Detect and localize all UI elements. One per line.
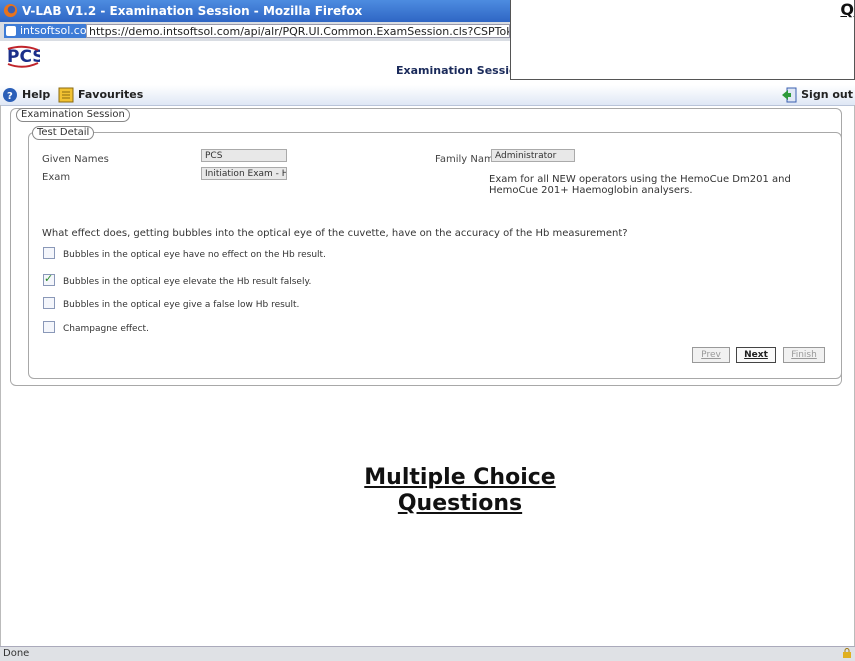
test-detail-legend: Test Detail — [32, 126, 95, 140]
help-button[interactable]: ? Help — [2, 87, 50, 103]
prev-button[interactable]: Prev — [692, 347, 730, 363]
slide-caption: Multiple Choice Questions — [338, 465, 582, 517]
overlay-cut-text: Q — [840, 0, 854, 19]
exam-description: Exam for all NEW operators using the Hem… — [489, 174, 791, 196]
answer-label[interactable]: Champagne effect. — [63, 324, 149, 334]
window-title: V-LAB V1.2 - Examination Session - Mozil… — [22, 4, 363, 18]
favourites-icon — [58, 87, 74, 103]
answer-label[interactable]: Bubbles in the optical eye give a false … — [63, 300, 299, 310]
app-toolbar: ? Help Favourites Sign out — [0, 85, 855, 106]
slide-overlay: Q — [510, 0, 855, 80]
given-names-field: PCS — [201, 149, 287, 162]
status-bar: Done — [0, 646, 855, 661]
exam-label: Exam — [42, 172, 71, 183]
status-text: Done — [3, 648, 30, 659]
answer-checkbox[interactable] — [43, 297, 55, 309]
firefox-icon — [3, 3, 18, 18]
page-title: Examination Session — [396, 64, 525, 77]
page-left-border — [0, 105, 1, 646]
answer-checkbox[interactable] — [43, 272, 55, 286]
answer-checkbox[interactable] — [43, 321, 55, 333]
examination-session-legend: Examination Session — [16, 108, 130, 122]
question-text: What effect does, getting bubbles into t… — [42, 228, 628, 239]
url-input[interactable]: https://demo.intsoftsol.com/api/alr/PQR.… — [86, 24, 510, 38]
finish-button[interactable]: Finish — [783, 347, 825, 363]
answer-checkbox[interactable] — [43, 247, 55, 259]
answer-option[interactable]: Bubbles in the optical eye elevate the H… — [43, 272, 443, 288]
site-icon — [6, 26, 16, 36]
given-names-label: Given Names — [42, 154, 109, 165]
sign-out-icon — [782, 87, 797, 103]
answer-label[interactable]: Bubbles in the optical eye elevate the H… — [63, 277, 311, 287]
help-icon: ? — [3, 88, 17, 102]
pcs-logo: PCS — [7, 45, 40, 68]
family-name-field: Administrator — [491, 149, 575, 162]
sign-out-button[interactable]: Sign out — [781, 87, 853, 103]
lock-icon — [843, 648, 851, 658]
caption-line-2: Questions — [397, 491, 523, 516]
favourites-button[interactable]: Favourites — [58, 87, 143, 103]
svg-text:?: ? — [7, 91, 13, 102]
answer-option[interactable]: Bubbles in the optical eye give a false … — [43, 297, 443, 311]
answer-label[interactable]: Bubbles in the optical eye have no effec… — [63, 250, 326, 260]
answer-option[interactable]: Bubbles in the optical eye have no effec… — [43, 247, 443, 261]
answer-option[interactable]: Champagne effect. — [43, 321, 443, 335]
next-button[interactable]: Next — [736, 347, 776, 363]
exam-field: Initiation Exam - Hem — [201, 167, 287, 180]
caption-line-1: Multiple Choice — [364, 465, 556, 490]
